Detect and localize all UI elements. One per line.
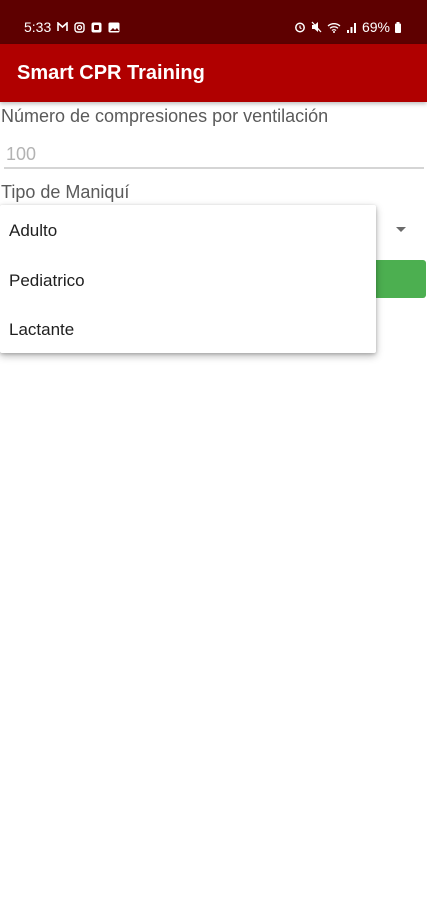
compressions-input[interactable]	[4, 141, 424, 169]
battery-percentage: 69%	[361, 19, 390, 35]
app-title: Smart CPR Training	[17, 62, 205, 84]
dropdown-option-lactante[interactable]: Lactante	[0, 305, 376, 355]
battery-icon	[395, 21, 401, 33]
alarm-icon	[294, 21, 306, 33]
dropdown-option-adulto[interactable]: Adulto	[0, 206, 376, 256]
status-left-group: 5:33	[24, 19, 120, 35]
gmail-icon	[57, 22, 69, 32]
dropdown-arrow-icon[interactable]	[396, 227, 406, 232]
signal-icon	[346, 22, 357, 33]
compressions-label: Número de compresiones por ventilación	[1, 106, 329, 126]
manikin-type-dropdown-menu: Adulto Pediatrico Lactante	[0, 205, 376, 353]
status-bar: 5:33 69%	[0, 0, 427, 44]
notification-icon	[91, 22, 102, 33]
manikin-type-label: Tipo de Maniquí	[1, 182, 130, 202]
app-bar: Smart CPR Training	[0, 44, 427, 102]
instagram-icon	[74, 21, 85, 33]
status-time: 5:33	[24, 19, 52, 35]
mute-icon	[311, 21, 322, 33]
status-right-group: 69%	[294, 19, 401, 35]
wifi-icon	[327, 22, 341, 33]
gallery-icon	[108, 22, 120, 33]
dropdown-option-pediatrico[interactable]: Pediatrico	[0, 256, 376, 306]
